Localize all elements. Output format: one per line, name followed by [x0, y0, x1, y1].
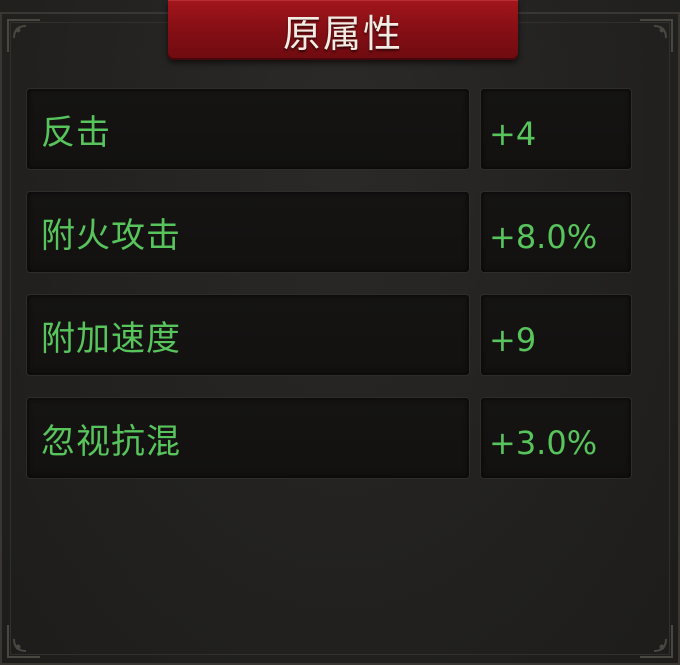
- attribute-value-cell: +4: [480, 88, 632, 170]
- attribute-value: +8.0%: [489, 218, 598, 256]
- attribute-name: 忽视抗混: [41, 421, 181, 462]
- corner-ornament-icon: [638, 18, 674, 54]
- attribute-value: +9: [489, 321, 537, 359]
- title-banner: 原属性: [168, 0, 518, 60]
- attribute-name: 反击: [41, 112, 111, 153]
- attribute-row: 忽视抗混 +3.0%: [26, 397, 632, 479]
- corner-ornament-icon: [6, 623, 42, 659]
- attribute-value-cell: +9: [480, 294, 632, 376]
- attribute-name-cell: 附加速度: [26, 294, 470, 376]
- attribute-name-cell: 忽视抗混: [26, 397, 470, 479]
- attribute-name: 附火攻击: [41, 215, 181, 256]
- attribute-row: 附火攻击 +8.0%: [26, 191, 632, 273]
- panel-title: 原属性: [282, 11, 403, 56]
- attribute-value: +3.0%: [489, 424, 598, 462]
- corner-ornament-icon: [6, 18, 42, 54]
- attribute-name-cell: 附火攻击: [26, 191, 470, 273]
- attribute-value-cell: +3.0%: [480, 397, 632, 479]
- attribute-name: 附加速度: [41, 318, 181, 359]
- corner-ornament-icon: [638, 623, 674, 659]
- attribute-value: +4: [489, 115, 537, 153]
- attribute-value-cell: +8.0%: [480, 191, 632, 273]
- attribute-row: 反击 +4: [26, 88, 632, 170]
- attribute-panel: 原属性 反击 +4 附火攻击 +8.0% 附加速度 +9 忽视抗混 +3.0%: [0, 0, 680, 665]
- attribute-name-cell: 反击: [26, 88, 470, 170]
- attribute-row: 附加速度 +9: [26, 294, 632, 376]
